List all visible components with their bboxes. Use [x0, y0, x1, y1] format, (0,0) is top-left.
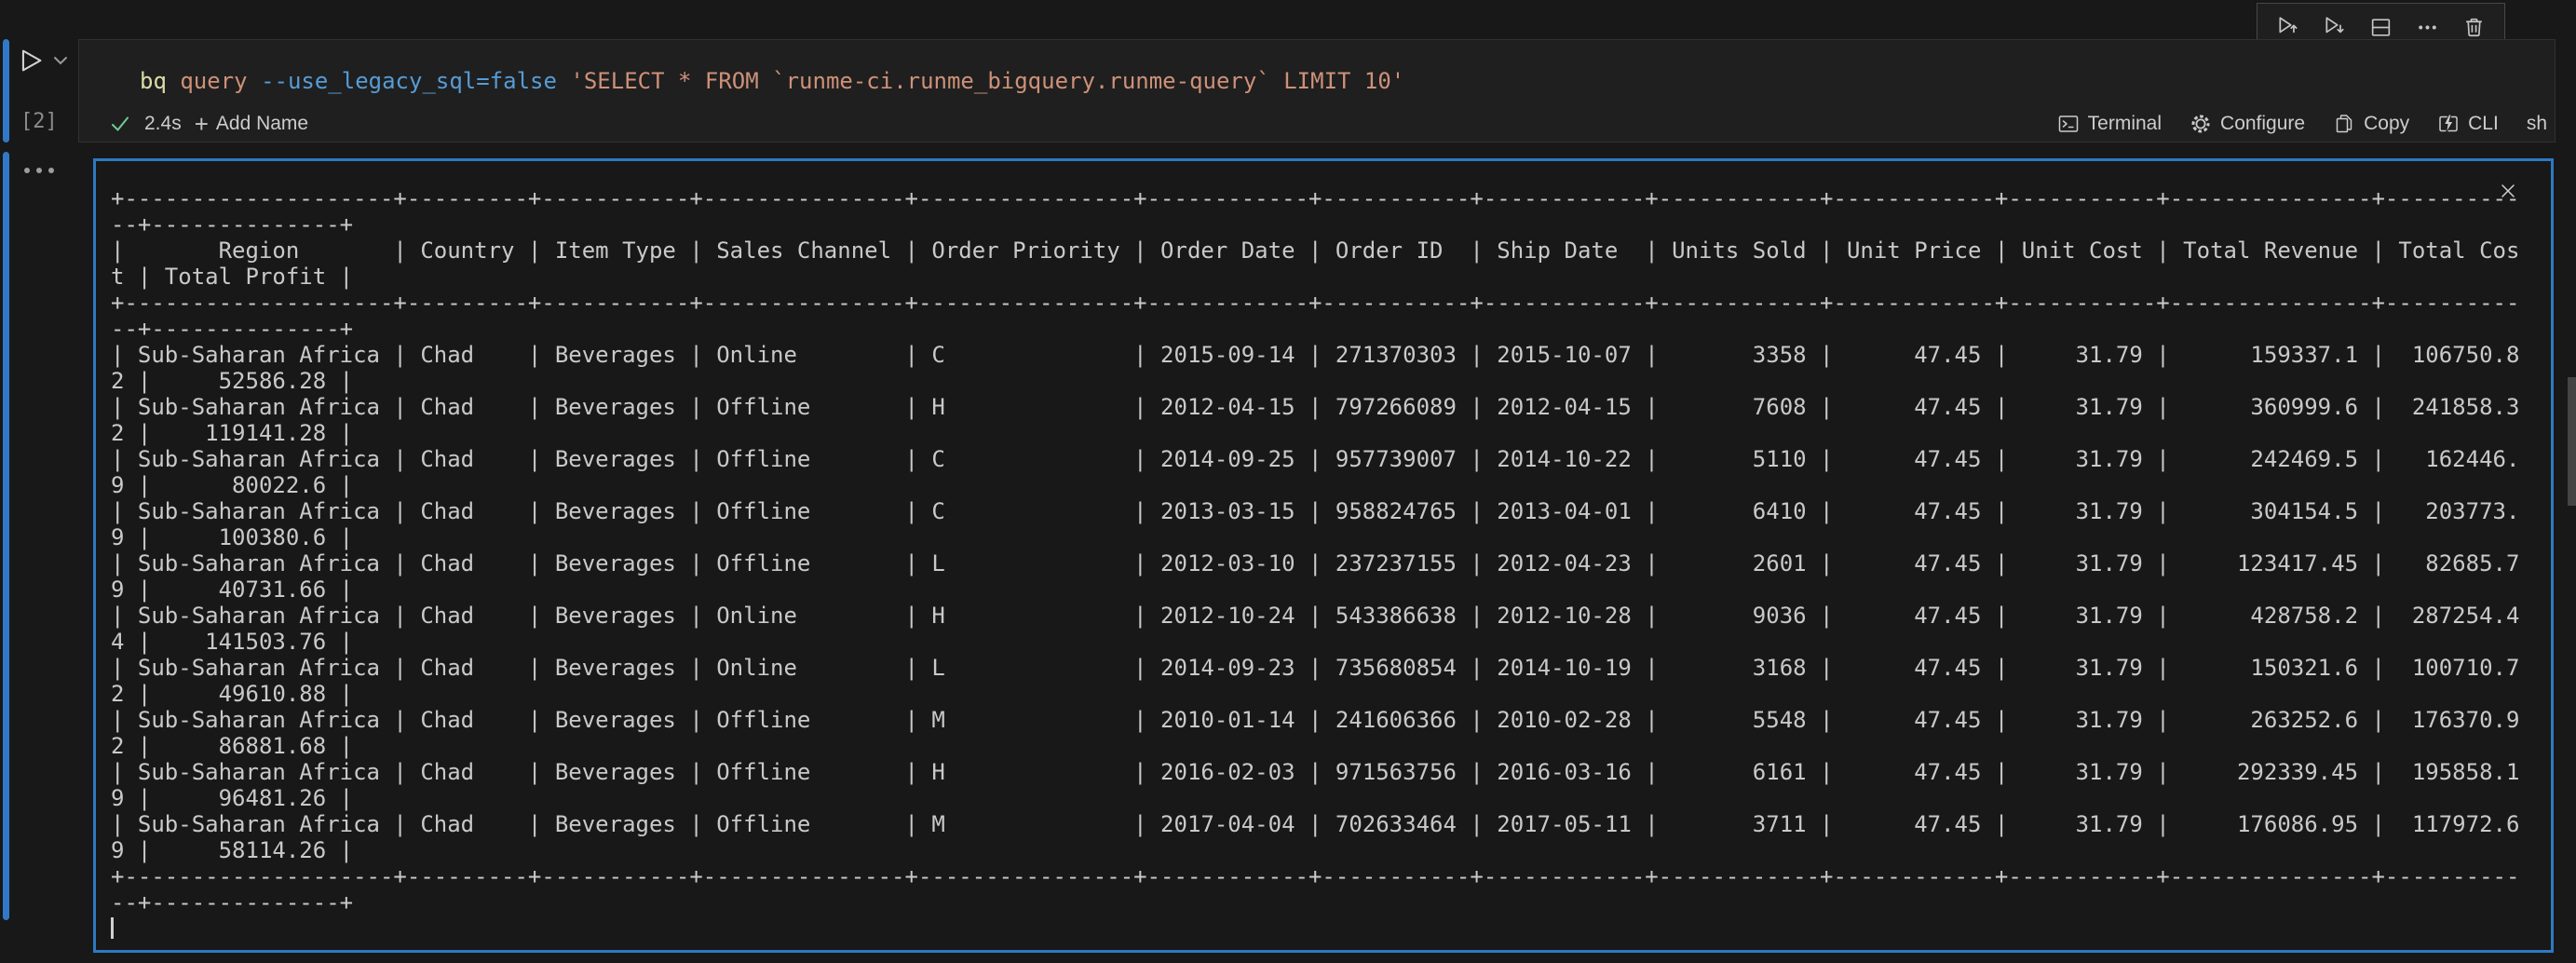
terminal-line: t | Total Profit |: [111, 264, 2547, 290]
copy-label: Copy: [2364, 113, 2409, 135]
trash-icon: [2462, 16, 2486, 39]
close-output-button[interactable]: [2496, 179, 2520, 203]
terminal-icon: [2057, 113, 2080, 135]
terminal-line: 9 | 96481.26 |: [111, 785, 2547, 811]
terminal-line: +--------------------+---------+--------…: [111, 290, 2547, 316]
terminal-line: --+--------------+: [111, 211, 2547, 237]
terminal-line: +--------------------+---------+--------…: [111, 185, 2547, 211]
ellipsis-icon: [2416, 16, 2439, 39]
shell-type-badge[interactable]: sh: [2527, 113, 2547, 135]
cli-action[interactable]: CLI: [2437, 113, 2499, 135]
gear-icon: [2190, 113, 2212, 135]
terminal-label: Terminal: [2088, 113, 2162, 135]
split-cell-button[interactable]: [2368, 15, 2393, 39]
cell-status-bar: 2.4s + Add Name Terminal: [79, 106, 2555, 142]
execution-count: [2]: [20, 110, 58, 134]
configure-label: Configure: [2220, 113, 2305, 135]
terminal-line: | Sub-Saharan Africa | Chad | Beverages …: [111, 759, 2547, 785]
terminal-line: 2 | 119141.28 |: [111, 420, 2547, 446]
terminal-line: --+--------------+: [111, 316, 2547, 342]
configure-action[interactable]: Configure: [2190, 113, 2305, 135]
terminal-output: +--------------------+---------+--------…: [111, 185, 2547, 946]
terminal-line: 2 | 86881.68 |: [111, 733, 2547, 759]
execution-duration: 2.4s: [144, 113, 182, 135]
terminal-line: | Sub-Saharan Africa | Chad | Beverages …: [111, 394, 2547, 420]
terminal-line: +--------------------+---------+--------…: [111, 863, 2547, 889]
run-options-chevron-icon[interactable]: [52, 54, 69, 67]
terminal-line: --+--------------+: [111, 889, 2547, 916]
terminal-line: | Sub-Saharan Africa | Chad | Beverages …: [111, 498, 2547, 524]
terminal-line: | Region | Country | Item Type | Sales C…: [111, 237, 2547, 264]
terminal-cursor-line: [111, 916, 2547, 942]
add-name-label: Add Name: [216, 113, 308, 135]
terminal-line: | Sub-Saharan Africa | Chad | Beverages …: [111, 655, 2547, 681]
terminal-line: | Sub-Saharan Africa | Chad | Beverages …: [111, 446, 2547, 472]
more-actions-button[interactable]: [2415, 15, 2439, 39]
output-actions-dots[interactable]: [24, 168, 54, 173]
editor-scrollbar-thumb[interactable]: [2568, 377, 2576, 506]
shell-type-label: sh: [2527, 113, 2547, 135]
terminal-line: | Sub-Saharan Africa | Chad | Beverages …: [111, 603, 2547, 629]
terminal-line: | Sub-Saharan Africa | Chad | Beverages …: [111, 342, 2547, 368]
copy-action[interactable]: Copy: [2333, 113, 2409, 135]
plus-icon: +: [195, 115, 209, 133]
close-icon: [2499, 182, 2517, 200]
execute-below-button[interactable]: [2323, 15, 2347, 39]
cli-bolt-icon: [2437, 113, 2460, 135]
split-cell-icon: [2369, 16, 2393, 39]
notebook-cell-region: [2] bq query --use_legacy_sql=false 'SEL…: [0, 0, 2576, 963]
copy-icon: [2333, 113, 2355, 135]
output-focus-bar: [3, 152, 9, 920]
terminal-line: 9 | 80022.6 |: [111, 472, 2547, 498]
terminal-line: 2 | 52586.28 |: [111, 368, 2547, 394]
terminal-action[interactable]: Terminal: [2057, 113, 2162, 135]
play-up-icon: [2276, 15, 2300, 39]
terminal-line: 9 | 58114.26 |: [111, 837, 2547, 863]
command-line[interactable]: bq query --use_legacy_sql=false 'SELECT …: [140, 67, 1404, 95]
terminal-line: 4 | 141503.76 |: [111, 629, 2547, 655]
cli-label: CLI: [2468, 113, 2499, 135]
play-down-icon: [2323, 15, 2347, 39]
add-name-button[interactable]: + Add Name: [195, 113, 308, 135]
success-check-icon: [109, 113, 131, 135]
terminal-line: | Sub-Saharan Africa | Chad | Beverages …: [111, 707, 2547, 733]
cell-focus-bar: [3, 39, 9, 142]
terminal-line: 2 | 49610.88 |: [111, 681, 2547, 707]
terminal-cursor: [111, 917, 114, 939]
terminal-line: 9 | 100380.6 |: [111, 524, 2547, 550]
terminal-output-panel[interactable]: +--------------------+---------+--------…: [93, 158, 2554, 953]
terminal-line: | Sub-Saharan Africa | Chad | Beverages …: [111, 811, 2547, 837]
delete-cell-button[interactable]: [2461, 15, 2486, 39]
play-icon: [17, 47, 45, 75]
terminal-line: | Sub-Saharan Africa | Chad | Beverages …: [111, 550, 2547, 576]
execute-above-button[interactable]: [2276, 15, 2300, 39]
terminal-line: 9 | 40731.66 |: [111, 576, 2547, 603]
run-cell-button[interactable]: [17, 47, 45, 75]
